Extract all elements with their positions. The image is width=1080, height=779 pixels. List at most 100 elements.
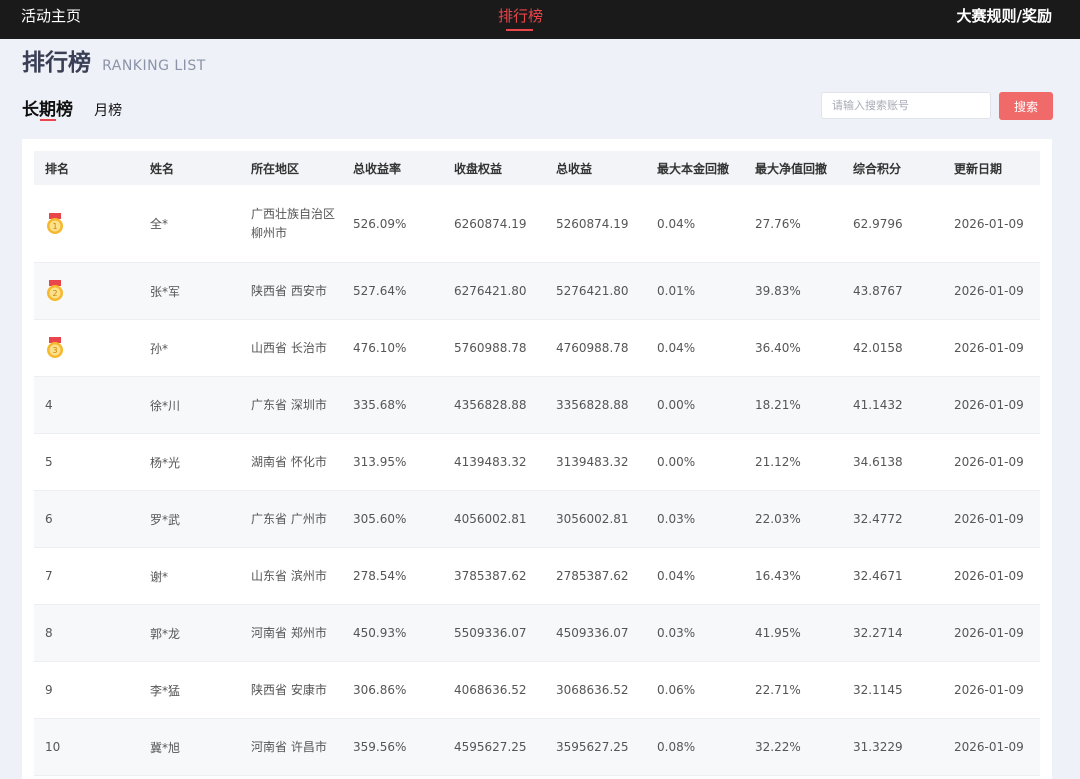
cell-profit: 3068636.52 [545,661,646,719]
cell-date: 2026-01-09 [943,661,1040,719]
table-row: 3 孙* 山西省 长治市 476.10% 5760988.78 4760988.78 0.0… [34,319,1040,377]
cell-date: 2026-01-09 [943,490,1040,548]
cell-equity: 4056002.81 [443,490,545,548]
cell-yield: 306.86% [342,661,443,719]
header-equity: 收盘权益 [443,151,545,185]
cell-score: 62.9796 [842,185,943,263]
cell-max-nav-dd: 41.95% [744,604,842,662]
top-nav-bar: 活动主页 排行榜 大赛规则/奖励 [0,0,1080,39]
tab-long-term[interactable]: 长期榜 [22,95,73,121]
svg-text:3: 3 [52,346,57,355]
cell-date: 2026-01-09 [943,547,1040,605]
cell-yield: 278.54% [342,547,443,605]
cell-max-nav-dd: 32.22% [744,718,842,776]
cell-rank: 10 [34,718,139,776]
nav-ranking-label: 排行榜 [498,7,544,25]
nav-home-link[interactable]: 活动主页 [21,5,81,26]
cell-max-principal-dd: 0.01% [646,262,744,320]
cell-date: 2026-01-09 [943,262,1040,320]
cell-profit: 3139483.32 [545,433,646,491]
cell-name: 杨*光 [139,433,240,491]
cell-max-principal-dd: 0.06% [646,661,744,719]
header-profit: 总收益 [545,151,646,185]
cell-score: 32.4772 [842,490,943,548]
nav-rules-link[interactable]: 大赛规则/奖励 [957,5,1052,26]
search-button[interactable]: 搜索 [999,92,1053,120]
cell-profit: 5260874.19 [545,185,646,263]
cell-name: 孙* [139,319,240,377]
cell-region: 山西省 长治市 [240,319,342,377]
cell-equity: 5760988.78 [443,319,545,377]
nav-ranking-link[interactable]: 排行榜 [498,5,544,31]
page-subtitle: RANKING LIST [102,58,206,74]
table-row: 1 全* 广西壮族自治区 柳州市 526.09% 6260874.19 5260874.1… [34,185,1040,263]
cell-profit: 4509336.07 [545,604,646,662]
cell-yield: 305.60% [342,490,443,548]
cell-max-nav-dd: 22.71% [744,661,842,719]
gold-medal-icon: 1 [45,212,65,235]
cell-region: 湖南省 怀化市 [240,433,342,491]
cell-region: 广西壮族自治区 柳州市 [240,185,342,263]
cell-score: 32.1145 [842,661,943,719]
cell-name: 全* [139,185,240,263]
cell-profit: 3356828.88 [545,376,646,434]
cell-yield: 526.09% [342,185,443,263]
table-row: 8 郭*龙 河南省 郑州市 450.93% 5509336.07 4509336.07 0.… [34,604,1040,662]
cell-max-principal-dd: 0.04% [646,547,744,605]
cell-rank: 1 [34,185,139,263]
tab-active-indicator [40,119,56,121]
cell-date: 2026-01-09 [943,319,1040,377]
cell-region: 河南省 郑州市 [240,604,342,662]
cell-name: 冀*旭 [139,718,240,776]
cell-equity: 6276421.80 [443,262,545,320]
cell-rank: 5 [34,433,139,491]
header-rank: 排名 [34,151,139,185]
cell-max-nav-dd: 16.43% [744,547,842,605]
cell-equity: 4356828.88 [443,376,545,434]
cell-yield: 527.64% [342,262,443,320]
cell-score: 43.8767 [842,262,943,320]
cell-date: 2026-01-09 [943,604,1040,662]
cell-equity: 6260874.19 [443,185,545,263]
header-region: 所在地区 [240,151,342,185]
cell-max-principal-dd: 0.03% [646,604,744,662]
ranking-table: 排名 姓名 所在地区 总收益率 收盘权益 总收益 最大本金回撤 最大净值回撤 综… [34,151,1040,776]
table-header-row: 排名 姓名 所在地区 总收益率 收盘权益 总收益 最大本金回撤 最大净值回撤 综… [34,151,1040,185]
cell-date: 2026-01-09 [943,433,1040,491]
tab-monthly[interactable]: 月榜 [94,100,122,120]
cell-score: 32.2714 [842,604,943,662]
cell-max-nav-dd: 21.12% [744,433,842,491]
tab-long-term-label: 长期榜 [22,100,73,120]
cell-equity: 4139483.32 [443,433,545,491]
cell-date: 2026-01-09 [943,718,1040,776]
header-name: 姓名 [139,151,240,185]
page-title: 排行榜 [22,50,91,76]
cell-yield: 450.93% [342,604,443,662]
svg-text:2: 2 [52,289,57,298]
svg-text:1: 1 [52,222,57,231]
cell-max-principal-dd: 0.04% [646,319,744,377]
cell-max-principal-dd: 0.00% [646,376,744,434]
cell-score: 32.4671 [842,547,943,605]
search-input[interactable] [821,92,991,119]
ranking-tabs: 长期榜 月榜 [22,95,138,121]
cell-rank: 4 [34,376,139,434]
cell-equity: 4595627.25 [443,718,545,776]
cell-region: 河南省 许昌市 [240,718,342,776]
cell-max-principal-dd: 0.03% [646,490,744,548]
cell-score: 31.3229 [842,718,943,776]
table-row: 5 杨*光 湖南省 怀化市 313.95% 4139483.32 3139483.32 0.… [34,433,1040,491]
table-row: 4 徐*川 广东省 深圳市 335.68% 4356828.88 3356828.88 0.… [34,376,1040,434]
cell-profit: 3056002.81 [545,490,646,548]
header-date: 更新日期 [943,151,1040,185]
cell-yield: 313.95% [342,433,443,491]
header-max-principal-dd: 最大本金回撤 [646,151,744,185]
silver-medal-icon: 2 [45,280,65,302]
cell-equity: 4068636.52 [443,661,545,719]
cell-max-principal-dd: 0.08% [646,718,744,776]
cell-rank: 8 [34,604,139,662]
bronze-medal-icon: 3 [45,337,65,359]
cell-name: 徐*川 [139,376,240,434]
table-row: 9 李*猛 陕西省 安康市 306.86% 4068636.52 3068636.52 0.… [34,661,1040,719]
header-max-nav-dd: 最大净值回撤 [744,151,842,185]
